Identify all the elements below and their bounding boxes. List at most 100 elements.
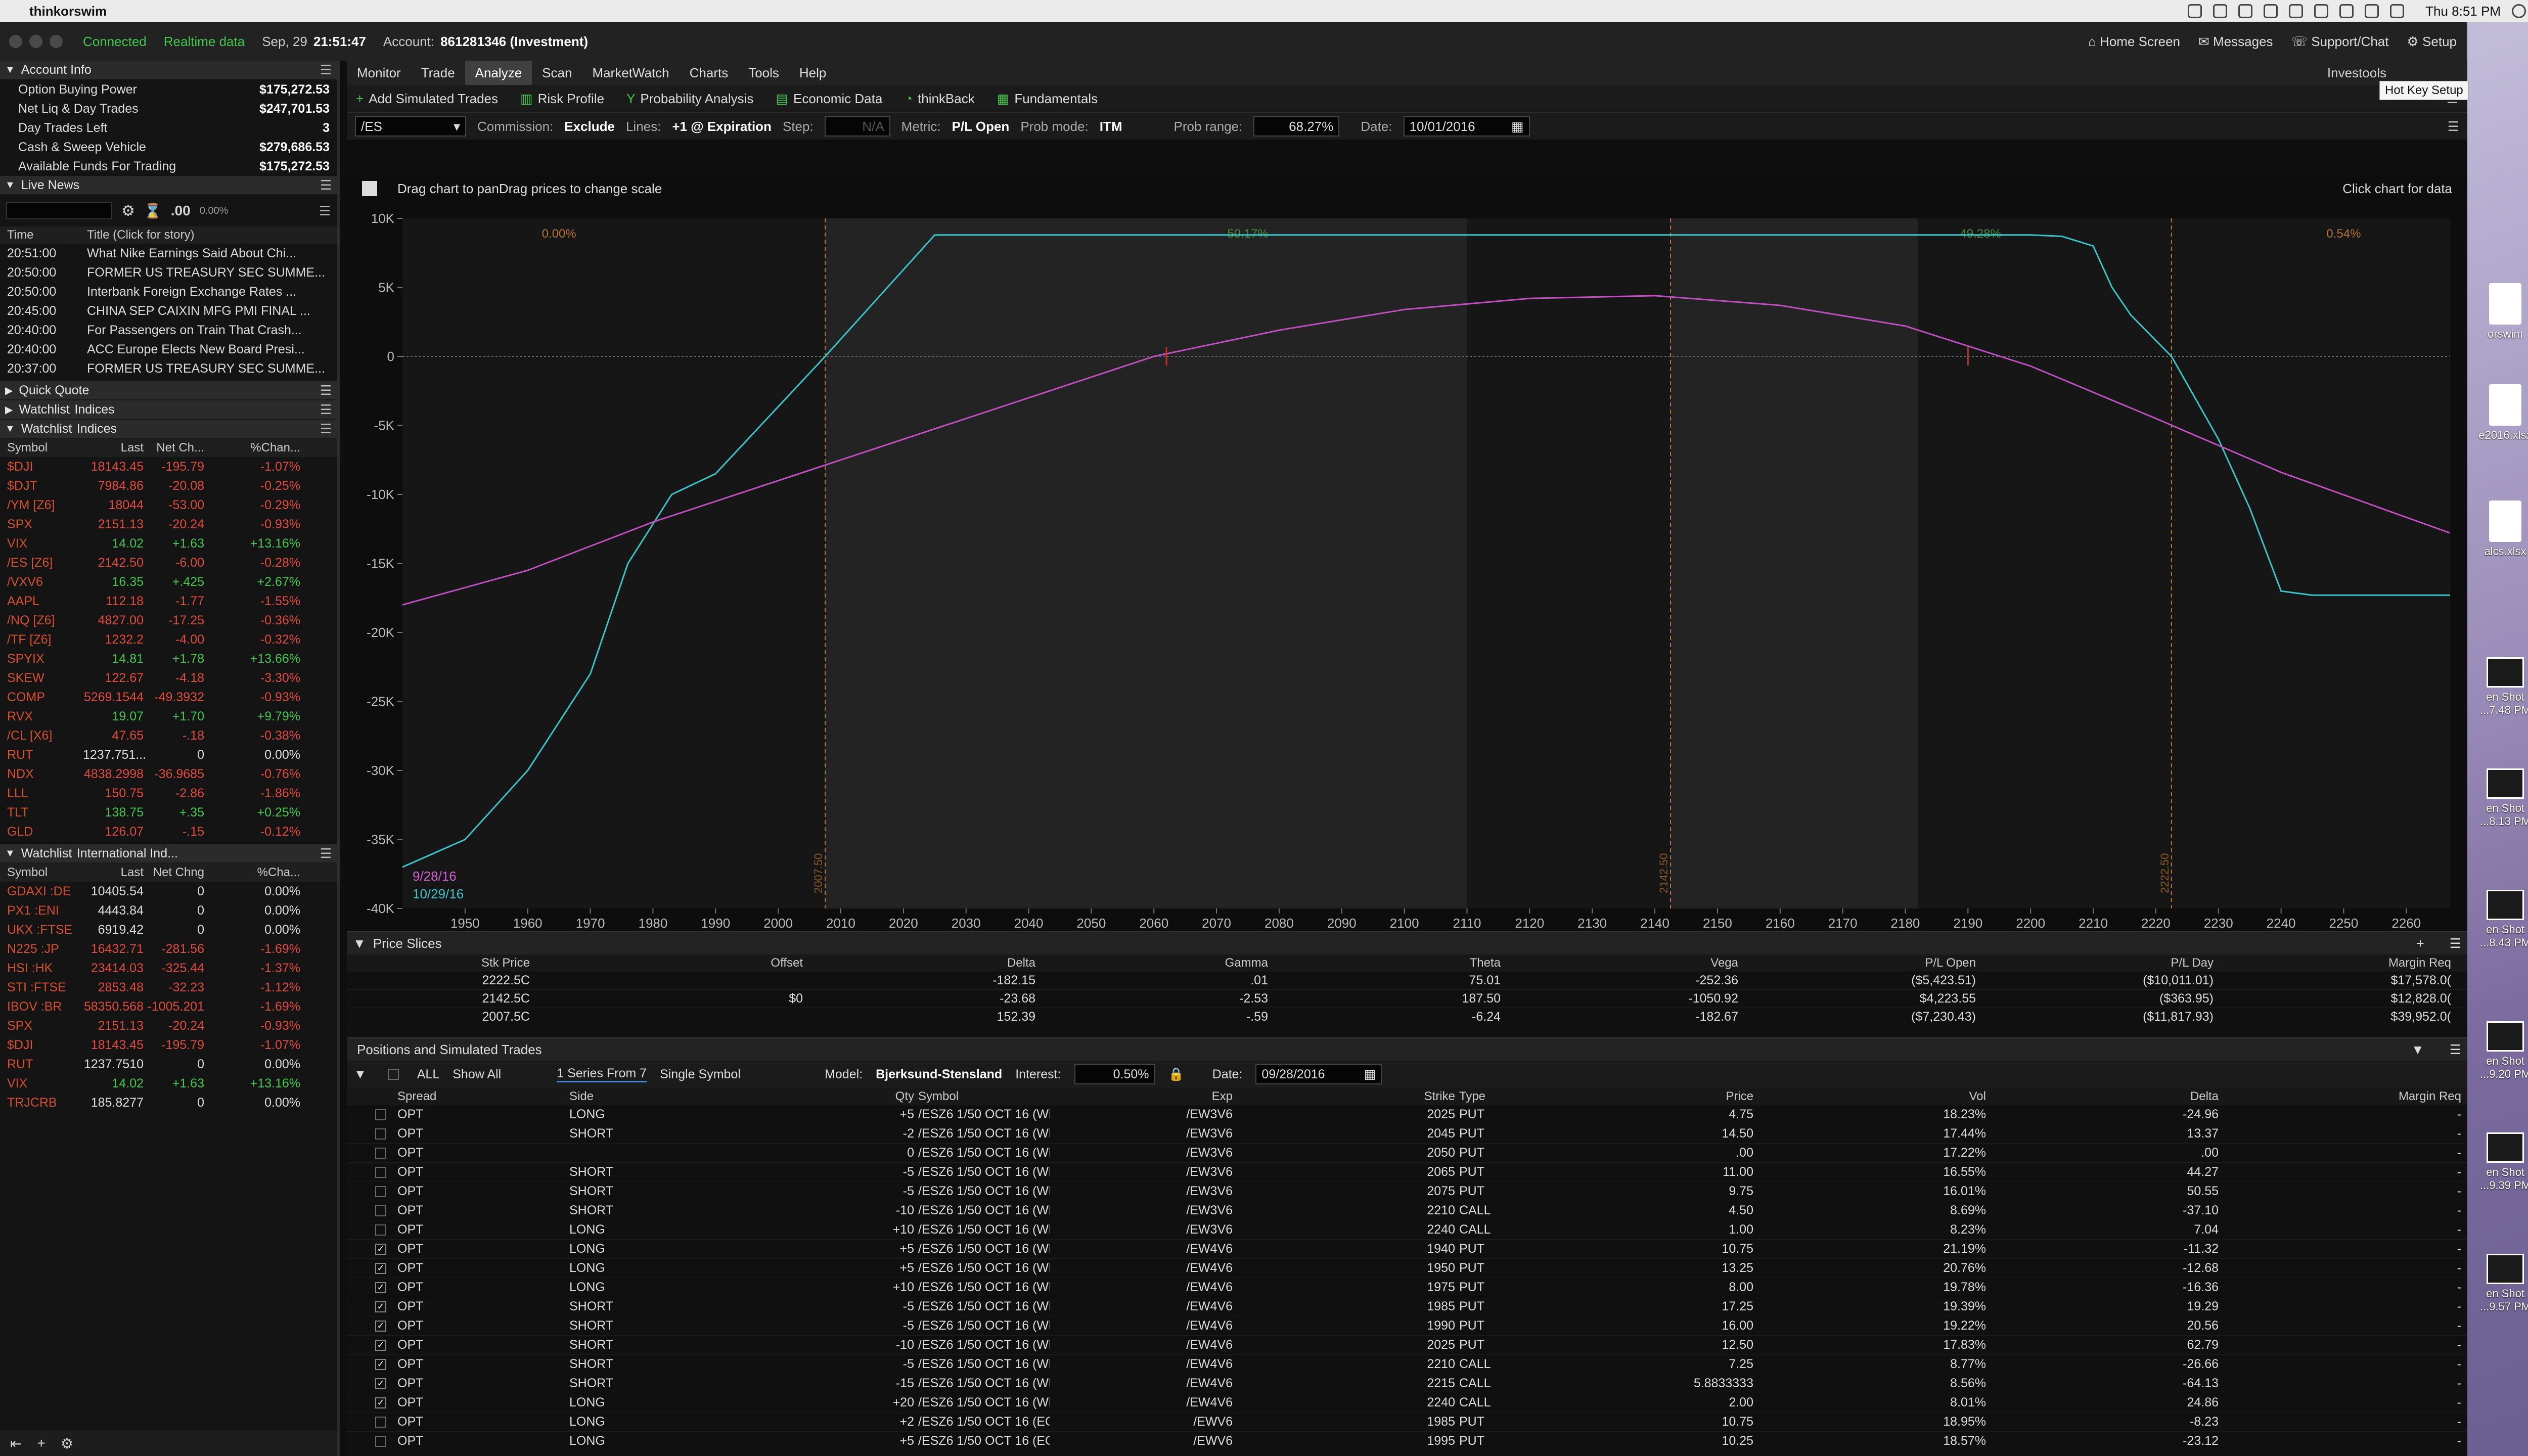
watchlist-row[interactable]: $DJI 18143.45 -195.79 -1.07% [0,457,337,476]
status-icon[interactable] [2238,4,2253,18]
gear-icon[interactable]: ⚙ [61,1435,73,1452]
news-time-col[interactable]: Time [7,228,87,242]
prob-range-input[interactable]: 68.27% [1253,116,1340,136]
tab-help[interactable]: Help [789,61,836,85]
quick-quote-header[interactable]: ▶ Quick Quote ☰ [0,381,337,400]
volume-icon[interactable] [2365,4,2379,18]
menu-icon[interactable]: ☰ [320,402,332,418]
spotlight-icon[interactable] [2512,4,2526,18]
news-item[interactable]: 20:37:00 FORMER US TREASURY SEC SUMME... [0,359,337,378]
col-pct-change[interactable]: %Cha... [235,866,300,880]
watchlist-selector[interactable]: International Ind... [77,846,178,861]
watchlist-row[interactable]: /YM [Z6] 18044 -53.00 -0.29% [0,495,337,515]
setup-button[interactable]: ⚙ Setup [2407,34,2457,50]
news-item[interactable]: 20:50:00 Interbank Foreign Exchange Rates… [0,282,337,301]
watchlist-row[interactable]: UKX :FTSE 6919.42 0 0.00% [0,920,337,939]
menu-icon[interactable]: ☰ [320,62,332,78]
tab-scan[interactable]: Scan [532,61,582,85]
watchlist-row[interactable]: $DJI 18143.45 -195.79 -1.07% [0,1035,337,1055]
slice-col-header[interactable]: Theta [1272,956,1505,970]
watchlist-row[interactable]: RUT 1237.751... 0 0.00% [0,745,337,764]
wifi-icon[interactable] [2339,4,2354,18]
watchlist-row[interactable]: RVX 19.07 +1.70 +9.79% [0,707,337,726]
desktop-file-icon[interactable]: en Shot ...9.39 PM [2472,1132,2528,1192]
desktop-file-icon[interactable]: en Shot ...9.20 PM [2472,1021,2528,1081]
position-row[interactable]: ✓ OPT LONG +5/ESZ6 1/50 OCT 16 (Wk4/EW4V6 19… [347,1240,2467,1259]
col-pct-change[interactable]: %Chan... [235,441,300,455]
news-item[interactable]: 20:51:00 What Nike Earnings Said About Ch… [0,244,337,263]
col-last[interactable]: Last [83,441,144,455]
zoom-window-button[interactable] [50,35,63,48]
position-checkbox[interactable]: ✓ [375,1339,386,1351]
desktop-file-icon[interactable]: en Shot ...7.48 PM [2472,657,2528,717]
watchlist-row[interactable]: /NQ [Z6] 4827.00 -17.25 -0.36% [0,611,337,630]
col-net-change[interactable]: Net Chng [144,866,204,880]
subtab-fundamentals[interactable]: ▦ Fundamentals [997,91,1098,107]
watchlist-row[interactable]: SPX 2151.13 -20.24 -0.93% [0,1016,337,1035]
desktop-file-icon[interactable]: orswim [2472,283,2528,341]
watchlist-international-header[interactable]: ▼ Watchlist International Ind... ☰ [0,844,337,863]
watchlist-row[interactable]: SKEW 122.67 -4.18 -3.30% [0,668,337,688]
watchlist-selector[interactable]: Indices [74,402,114,417]
news-item[interactable]: 20:45:00 CHINA SEP CAIXIN MFG PMI FINAL .… [0,301,337,321]
position-row[interactable]: OPT SHORT -2/ESZ6 1/50 OCT 16 (Wk3/EW3V6 20… [347,1124,2467,1144]
status-icon[interactable] [2213,4,2228,18]
step-input[interactable]: N/A [824,116,890,136]
slice-cell[interactable]: 2222.5C [347,973,534,988]
position-row[interactable]: ✓ OPT LONG +20/ESZ6 1/50 OCT 16 (Wk4/EW4V6 2… [347,1393,2467,1413]
watchlist-row[interactable]: $DJT 7984.86 -20.08 -0.25% [0,476,337,495]
watchlist-row[interactable]: SPX 2151.13 -20.24 -0.93% [0,515,337,534]
position-checkbox[interactable] [375,1186,386,1197]
slice-col-header[interactable]: Gamma [1040,956,1272,970]
positions-col-header[interactable]: Side [569,1089,756,1104]
investools-link[interactable]: Investools [2327,65,2386,81]
chevron-down-icon[interactable]: ▼ [354,1067,367,1082]
position-row[interactable]: OPT 0/ESZ6 1/50 OCT 16 (Wk3/EW3V6 2050 PUT.… [347,1144,2467,1163]
watchlist-row[interactable]: TLT 138.75 +.35 +0.25% [0,803,337,822]
watchlist-row[interactable]: N225 :JP 16432.71 -281.56 -1.69% [0,939,337,959]
watchlist-collapsed-header[interactable]: ▶ Watchlist Indices ☰ [0,400,337,420]
menu-icon[interactable]: ☰ [320,383,332,398]
desktop-file-icon[interactable]: alcs.xlsx [2472,500,2528,558]
watchlist-row[interactable]: TRJCRB 185.8277 0 0.00% [0,1093,337,1112]
position-row[interactable]: ✓ OPT SHORT -5/ESZ6 1/50 OCT 16 (Wk4/EW4V6 1… [347,1316,2467,1336]
position-row[interactable]: ✓ OPT SHORT -15/ESZ6 1/50 OCT 16 (Wk4/EW4V6… [347,1374,2467,1393]
watchlist-row[interactable]: /TF [Z6] 1232.2 -4.00 -0.32% [0,630,337,649]
slice-col-header[interactable]: P/L Open [1742,956,1980,970]
position-checkbox[interactable] [375,1205,386,1216]
menu-icon[interactable]: ☰ [320,177,332,193]
positions-col-header[interactable]: Price [1530,1089,1757,1104]
metric-dropdown[interactable]: P/L Open [952,119,1010,134]
positions-col-header[interactable]: Spread [397,1089,569,1104]
show-dropdown[interactable]: Show All [453,1067,544,1082]
slice-col-header[interactable]: P/L Day [1980,956,2218,970]
desktop-file-icon[interactable]: en Shot ...9.57 PM [2472,1254,2528,1313]
position-row[interactable]: ✓ OPT SHORT -5/ESZ6 1/50 OCT 16 (Wk4/EW4V6 2… [347,1355,2467,1374]
watchlist-row[interactable]: VIX 14.02 +1.63 +13.16% [0,1074,337,1093]
close-window-button[interactable] [9,35,22,48]
news-item[interactable]: 20:40:00 ACC Europe Elects New Board Pres… [0,340,337,359]
position-checkbox[interactable]: ✓ [375,1243,386,1255]
tab-marketwatch[interactable]: MarketWatch [582,61,679,85]
position-row[interactable]: ✓ OPT SHORT -5/ESZ6 1/50 OCT 16 (Wk4/EW4V6 1… [347,1297,2467,1316]
subtab-probability-analysis[interactable]: Y Probability Analysis [626,91,753,107]
positions-col-header[interactable]: Strike [1237,1089,1459,1104]
position-checkbox[interactable] [375,1147,386,1159]
menu-icon[interactable]: ☰ [320,846,332,861]
app-menu-name[interactable]: thinkorswim [29,4,107,19]
position-checkbox[interactable]: ✓ [375,1301,386,1312]
position-checkbox[interactable]: ✓ [375,1397,386,1408]
col-symbol[interactable]: Symbol [7,441,83,455]
account-info-header[interactable]: ▼ Account Info ☰ [0,61,337,80]
watchlist-row[interactable]: NDX 4838.2998 -36.9685 -0.76% [0,764,337,784]
watchlist-row[interactable]: LLL 150.75 -2.86 -1.86% [0,784,337,803]
desktop-file-icon[interactable]: en Shot ...8.13 PM [2472,768,2528,828]
watchlist-row[interactable]: VIX 14.02 +1.63 +13.16% [0,534,337,553]
chart-options-icon[interactable] [362,181,377,196]
series-dropdown[interactable]: 1 Series From 7 [557,1066,647,1082]
position-checkbox[interactable]: ✓ [375,1262,386,1274]
watchlist-row[interactable]: STI :FTSE 2853.48 -32.23 -1.12% [0,978,337,997]
pl-chart-svg[interactable]: 10K 5K 0 -5K -10K -15K -20K -25K -30K -35K -40K 195… [347,203,2467,931]
collapse-panel-icon[interactable]: ▼ [2411,1042,2424,1058]
menu-icon[interactable]: ☰ [2450,936,2461,951]
